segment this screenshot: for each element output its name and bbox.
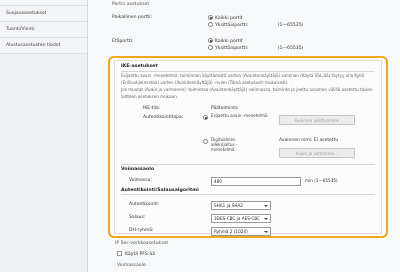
remote-port-single-label: Yksittäisportti: (215, 46, 249, 51)
psk-option-label: Esijaettu avain -menetelmä (211, 113, 268, 118)
remote-port-all-radio[interactable]: Kaikki portit (208, 37, 243, 44)
use-pfs-checkbox[interactable]: Käytä PFS:ää (117, 250, 155, 257)
local-port-label: Paikallinen portti: (112, 15, 153, 20)
local-port-range: (1—65535) (277, 23, 304, 28)
encryption-value: 3DES-CBC ja AES-CBC (214, 216, 261, 221)
port-settings-heading: Portin asetukset (112, 2, 150, 7)
divider (121, 71, 375, 72)
radio-icon[interactable] (208, 37, 213, 43)
chevron-down-icon (264, 217, 268, 220)
auth-algo-select[interactable]: SHA1 ja SHA2 (211, 201, 271, 210)
ike-mode-label: IKE-tila: (143, 106, 161, 111)
encryption-label: Salaus: (129, 215, 146, 220)
local-port-single-radio[interactable]: Yksittäisportti: (1—65535) (208, 21, 304, 28)
psk-radio[interactable] (203, 115, 208, 120)
radio-icon[interactable] (208, 44, 213, 50)
local-port-all-label: Kaikki portit (215, 16, 243, 21)
dh-group-select[interactable]: Ryhmä 2 (1024) (211, 227, 271, 236)
divider (121, 194, 375, 195)
remote-port-all-label: Kaikki portit (215, 39, 243, 44)
divider (121, 164, 375, 165)
remote-port-single-radio[interactable]: Yksittäisportti: (1—65535) (208, 44, 304, 51)
ike-settings-panel: IKE-asetukset Esijaettu avain -menetelmä… (114, 60, 382, 236)
sidebar-item-import-export[interactable]: Tuonti/Vienti (0, 22, 87, 38)
digital-signature-radio[interactable] (203, 139, 208, 144)
auth-algo-label: Autentikointi: (129, 202, 160, 207)
psk-settings-button[interactable]: Avaimen asettaminen (279, 115, 355, 125)
local-port-single-label: Yksittäisportti: (215, 23, 249, 28)
remote-port-label: Etäportti: (112, 39, 134, 44)
local-port-all-radio[interactable]: Kaikki portit (208, 14, 243, 21)
key-certificate-button[interactable]: Avain ja varmenne... (279, 148, 355, 158)
auth-method-label: Autentikointitapa: (143, 115, 184, 120)
ipsec-validity-heading: Voimassaolo (117, 263, 146, 268)
radio-icon[interactable] (208, 14, 213, 20)
digital-signature-option-label: Digitaalinen allekirjoitus -menetelmä (211, 137, 238, 153)
auth-algo-value: SHA1 ja SHA2 (214, 203, 244, 208)
sidebar-item-security[interactable]: Suojausasetukset (0, 6, 87, 22)
ike-description-2: Jos muutat (Avain ja varmenne) -toiminto… (121, 87, 373, 99)
chevron-down-icon (264, 230, 268, 233)
chevron-down-icon (264, 204, 268, 207)
validity-input[interactable]: 480 (211, 177, 301, 186)
ike-description-1: Esijaettu avain -menetelmä: toiminnon kä… (121, 73, 364, 85)
validity-unit: min (1—65535) (305, 178, 338, 183)
checkbox-icon[interactable] (117, 250, 122, 256)
use-pfs-label: Käytä PFS:ää (125, 252, 155, 257)
remote-port-range: (1—65535) (277, 46, 304, 51)
validity-label: Voimassa: (129, 178, 152, 183)
ipsec-settings-heading: IP Sec-verkkoasetukset (115, 241, 169, 246)
sidebar: Suojausasetukset Tuonti/Vienti Alustusas… (0, 0, 88, 272)
encryption-select[interactable]: 3DES-CBC ja AES-CBC (211, 214, 271, 223)
dh-group-label: DH-ryhmä: (129, 228, 154, 233)
ike-mode-value: Päätoiminta (211, 106, 238, 111)
dh-group-value: Ryhmä 2 (1024) (214, 229, 248, 234)
sidebar-item-initialize-settings[interactable]: Alustusasetusten tiedot (0, 38, 87, 54)
validity-title: Voimassaolo (121, 167, 155, 172)
ike-settings-title: IKE-asetukset (121, 64, 158, 69)
main-content: Portin asetukset Paikallinen portti: Kai… (88, 0, 400, 272)
radio-icon[interactable] (208, 21, 213, 27)
ike-settings-highlight: IKE-asetukset Esijaettu avain -menetelmä… (108, 56, 388, 238)
auth-encryption-title: Autentikointi/Salausalgoritmi (121, 188, 199, 193)
key-pair-name: Avainnen nimi: Ei asetettu (279, 138, 339, 143)
